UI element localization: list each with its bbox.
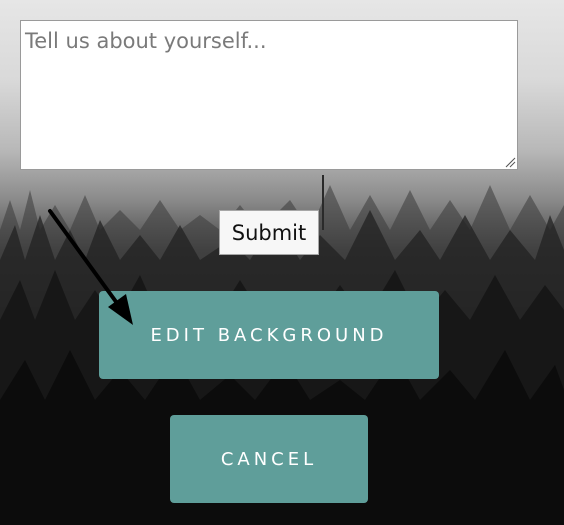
edit-background-button[interactable]: EDIT BACKGROUND [99, 291, 439, 379]
cancel-button[interactable]: CANCEL [170, 415, 368, 503]
edit-background-label: EDIT BACKGROUND [150, 324, 388, 346]
submit-button[interactable]: Submit [219, 210, 319, 255]
cancel-label: CANCEL [220, 448, 318, 470]
about-yourself-textarea[interactable] [21, 21, 517, 169]
about-yourself-field-container [20, 20, 518, 170]
resize-grip-icon[interactable] [504, 156, 516, 168]
